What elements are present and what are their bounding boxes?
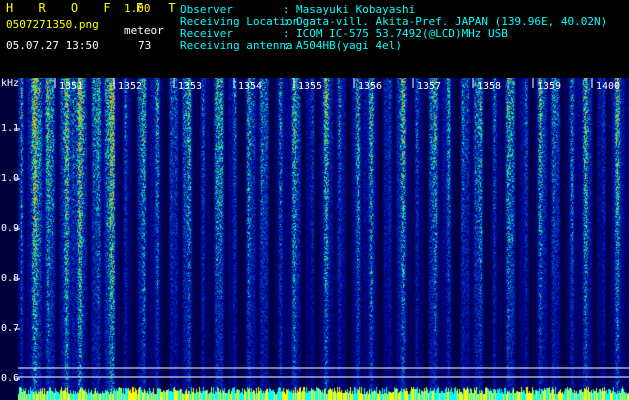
colon: : (283, 39, 290, 52)
minute-label: 1352 (118, 81, 143, 92)
minute-label: 1351 (59, 81, 84, 92)
file-name: 0507271350.png (6, 18, 99, 31)
y-tick-label: 0.8 (1, 273, 20, 284)
antenna-value: A504HB(yagi 4el) (296, 39, 402, 52)
minute-label: 1354 (238, 81, 263, 92)
minute-label: 1356 (358, 81, 383, 92)
minute-label: 1353 (178, 81, 203, 92)
date-time: 05.07.27 13:50 (6, 39, 99, 52)
app-brand: H R O F F T (6, 1, 185, 15)
minute-label: 1357 (417, 81, 442, 92)
echo-count: 73 (138, 39, 152, 52)
y-tick-label: 0.7 (1, 323, 20, 334)
minute-label: 1355 (298, 81, 323, 92)
app-version: 1.00 (124, 2, 151, 15)
minute-label: 1359 (537, 81, 562, 92)
header-panel: H R O F F T 1.00 0507271350.png meteor 0… (0, 0, 629, 78)
minute-label: 1400 (596, 81, 621, 92)
mode-label: meteor (124, 24, 164, 37)
y-tick-label: 0.6 (1, 373, 20, 384)
y-tick-label: 0.9 (1, 223, 20, 234)
minute-label: 1358 (477, 81, 502, 92)
y-unit-label: kHz (1, 78, 20, 89)
antenna-label: Receiving antenna (180, 39, 293, 52)
y-tick-label: 1.0 (1, 173, 20, 184)
plot-overlay (14, 78, 629, 380)
y-tick-label: 1.1 (1, 123, 20, 134)
